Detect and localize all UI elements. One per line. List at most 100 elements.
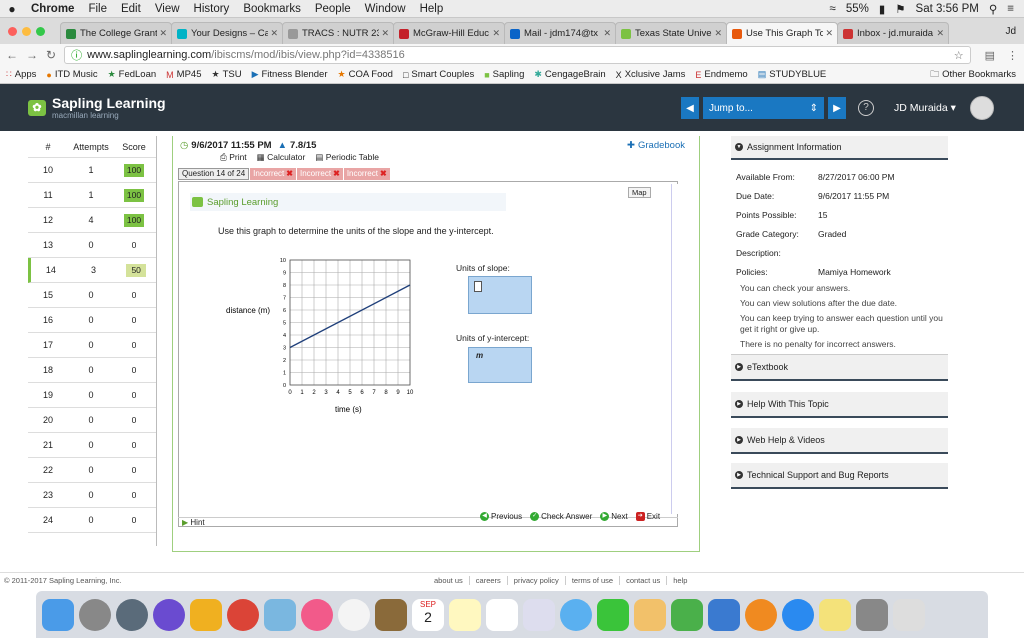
footer-link[interactable]: careers	[468, 576, 507, 585]
forward-icon[interactable]: →	[26, 48, 38, 62]
system-preferences-icon[interactable]	[79, 598, 111, 631]
close-tab-icon[interactable]: ✕	[936, 28, 944, 39]
profile-button[interactable]: Jd	[1005, 26, 1024, 37]
battery-icon[interactable]: ▮	[879, 2, 885, 16]
battery-percent[interactable]: 55%	[846, 3, 869, 15]
score-row[interactable]: 10 1 100	[28, 158, 156, 183]
score-row[interactable]: 16 0 0	[28, 308, 156, 333]
spotlight-icon[interactable]: ⚲	[989, 2, 997, 16]
pages-icon[interactable]	[634, 598, 666, 631]
bookmark-item[interactable]: ▤ STUDYBLUE	[758, 69, 827, 80]
chrome-menu-icon[interactable]: ⋮	[1007, 49, 1018, 62]
bookmark-item[interactable]: M MP45	[166, 69, 201, 80]
trash-icon[interactable]	[893, 598, 925, 631]
messages-icon[interactable]	[560, 598, 592, 631]
menu-window[interactable]: Window	[358, 3, 413, 15]
score-row[interactable]: 11 1 100	[28, 183, 156, 208]
extension-icon[interactable]: ▤	[985, 49, 995, 62]
score-row[interactable]: 23 0 0	[28, 483, 156, 508]
photo-booth-icon[interactable]	[856, 598, 888, 631]
zoom-window-button[interactable]	[36, 27, 45, 36]
finder-icon[interactable]	[42, 598, 74, 631]
reminders-icon[interactable]	[486, 598, 518, 631]
bookmark-item[interactable]: X Xclusive Jams	[616, 69, 686, 80]
bookmark-item[interactable]: ★ TSU	[212, 69, 242, 80]
score-row[interactable]: 15 0 0	[28, 283, 156, 308]
bookmark-item[interactable]: ★ COA Food	[338, 69, 393, 80]
bookmark-item[interactable]: E Endmemo	[695, 69, 747, 80]
bookmark-item[interactable]: ● ITD Music	[46, 69, 97, 80]
gradebook-link[interactable]: ✚ Gradebook	[627, 140, 685, 151]
back-icon[interactable]: ←	[6, 48, 18, 62]
tech-support-section[interactable]: ▶ Technical Support and Bug Reports	[731, 463, 948, 489]
footer-link[interactable]: contact us	[619, 576, 666, 585]
menu-list-icon[interactable]: ≡	[1007, 3, 1014, 15]
menu-app-name[interactable]: Chrome	[24, 3, 81, 15]
bookmark-item[interactable]: □ Smart Couples	[403, 69, 474, 80]
close-tab-icon[interactable]: ✕	[714, 28, 722, 39]
web-help-section[interactable]: ▶ Web Help & Videos	[731, 428, 948, 454]
previous-button[interactable]: ◀ Previous	[480, 512, 522, 521]
bookmark-apps[interactable]: ∷ Apps	[6, 69, 36, 80]
exit-button[interactable]: ➜ Exit	[635, 512, 660, 521]
print-button[interactable]: ⎙ Print	[220, 152, 247, 163]
menu-people[interactable]: People	[308, 3, 358, 15]
score-row[interactable]: 20 0 0	[28, 408, 156, 433]
browser-tab[interactable]: Your Designs – Ca ✕	[171, 22, 283, 44]
browser-tab-active[interactable]: Use This Graph To ✕	[726, 22, 838, 44]
wifi-icon[interactable]: ≈	[830, 3, 836, 15]
score-row[interactable]: 12 4 100	[28, 208, 156, 233]
browser-tab[interactable]: Texas State Univer ✕	[615, 22, 727, 44]
reload-icon[interactable]: ↻	[46, 48, 56, 62]
facetime-icon[interactable]	[597, 598, 629, 631]
close-tab-icon[interactable]: ✕	[159, 28, 167, 39]
slope-answer-box[interactable]	[468, 276, 532, 314]
attempt-tab[interactable]: Incorrect ✖	[343, 168, 390, 180]
footer-link[interactable]: privacy policy	[506, 576, 565, 585]
assignment-info-header[interactable]: ▼ Assignment Information	[731, 136, 948, 160]
flag-icon[interactable]: ⚑	[895, 2, 905, 16]
score-row[interactable]: 17 0 0	[28, 333, 156, 358]
attempt-tab[interactable]: Incorrect ✖	[296, 168, 343, 180]
notebook-icon[interactable]	[375, 598, 407, 631]
numbers-icon[interactable]	[671, 598, 703, 631]
menu-help[interactable]: Help	[413, 3, 451, 15]
minimize-window-button[interactable]	[22, 27, 31, 36]
other-bookmarks[interactable]: 🗀 Other Bookmarks	[930, 67, 1024, 83]
ibooks-icon[interactable]	[745, 598, 777, 631]
siri-icon[interactable]	[153, 598, 185, 631]
bookmark-item[interactable]: ■ Sapling	[484, 69, 524, 80]
score-row[interactable]: 21 0 0	[28, 433, 156, 458]
menu-history[interactable]: History	[187, 3, 237, 15]
y-intercept-answer-box[interactable]: m	[468, 347, 532, 383]
clock[interactable]: Sat 3:56 PM	[916, 3, 979, 15]
check-answer-button[interactable]: ✓ Check Answer	[530, 512, 592, 521]
score-row[interactable]: 19 0 0	[28, 383, 156, 408]
score-row[interactable]: 14 3 50	[28, 258, 156, 283]
notes-icon[interactable]	[449, 598, 481, 631]
etextbook-section[interactable]: ▶ eTextbook	[731, 355, 948, 381]
score-row[interactable]: 13 0 0	[28, 233, 156, 258]
close-tab-icon[interactable]: ✕	[825, 28, 833, 39]
bookmark-item[interactable]: ✱ CengageBrain	[534, 69, 605, 80]
score-row[interactable]: 18 0 0	[28, 358, 156, 383]
calculator-button[interactable]: ▦ Calculator	[257, 152, 306, 163]
score-row[interactable]: 22 0 0	[28, 458, 156, 483]
browser-tab[interactable]: McGraw-Hill Educ ✕	[393, 22, 505, 44]
user-menu[interactable]: JD Muraida ▾	[894, 102, 956, 114]
jump-next-button[interactable]: ▶	[828, 97, 846, 119]
help-topic-section[interactable]: ▶ Help With This Topic	[731, 392, 948, 418]
stickies-icon[interactable]	[819, 598, 851, 631]
help-question-icon[interactable]: ?	[858, 100, 874, 116]
close-tab-icon[interactable]: ✕	[603, 28, 611, 39]
vlc-icon[interactable]	[190, 598, 222, 631]
current-question-tab[interactable]: Question 14 of 24	[178, 168, 250, 180]
preview-icon[interactable]	[264, 598, 296, 631]
attempt-tab[interactable]: Incorrect ✖	[250, 168, 296, 180]
apple-icon[interactable]: ●	[0, 2, 24, 16]
calendar-icon[interactable]: SEP 2	[412, 598, 444, 631]
footer-link[interactable]: terms of use	[564, 576, 619, 585]
launchpad-icon[interactable]	[116, 598, 148, 631]
question-scrollbar[interactable]	[671, 184, 679, 514]
close-tab-icon[interactable]: ✕	[270, 28, 278, 39]
